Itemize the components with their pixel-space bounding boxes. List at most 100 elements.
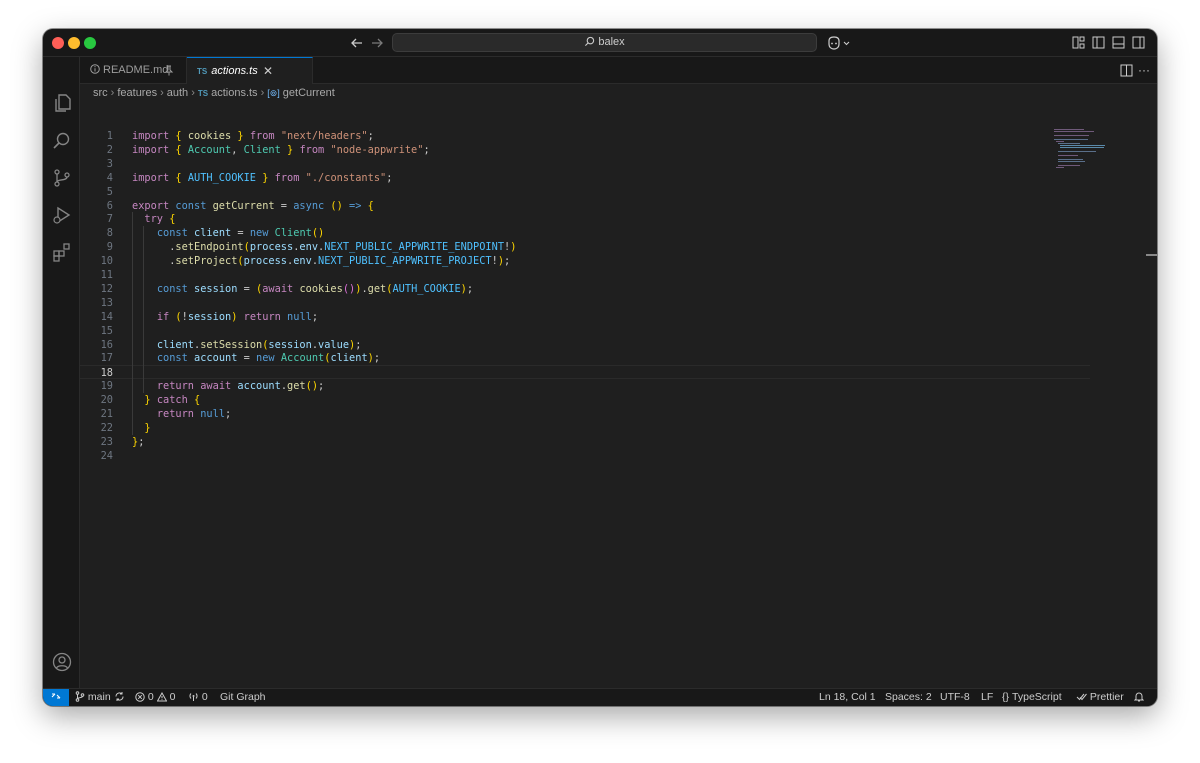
- code-line[interactable]: 23};: [80, 435, 1090, 449]
- language-mode-selector[interactable]: {} TypeScript: [1002, 689, 1062, 706]
- line-number: 9: [106, 241, 113, 254]
- code-text: const session = (await cookies()).get(AU…: [156, 282, 474, 295]
- breadcrumb-item[interactable]: getCurrent: [283, 87, 335, 99]
- code-editor[interactable]: 1 import { cookies } from "next/headers";…: [80, 102, 1157, 688]
- code-text: const client = new Client(): [156, 227, 325, 240]
- code-line[interactable]: 24: [80, 449, 1090, 463]
- search-icon: [585, 36, 595, 47]
- code-line[interactable]: 9 .setEndpoint(process.env.NEXT_PUBLIC_A…: [80, 240, 1090, 254]
- ports-count: 0: [201, 691, 208, 703]
- code-line[interactable]: 13: [80, 296, 1090, 310]
- more-actions-icon[interactable]: ···: [1138, 57, 1150, 84]
- sync-icon[interactable]: [114, 691, 125, 702]
- line-number: 24: [100, 449, 113, 462]
- branch-indicator[interactable]: main: [75, 689, 125, 706]
- code-line[interactable]: 6 export const getCurrent = async () => {: [80, 199, 1090, 213]
- status-bar: main 0 0 0 Git Graph Ln 18, Col 1 Spaces…: [43, 688, 1157, 706]
- breadcrumb-item[interactable]: actions.ts: [211, 87, 257, 99]
- remote-icon: [51, 693, 61, 699]
- code-line[interactable]: 19 return await account.get();: [80, 379, 1090, 393]
- command-center-search[interactable]: balex: [392, 33, 817, 52]
- close-window-button[interactable]: [52, 37, 64, 49]
- line-number: 8: [106, 227, 113, 240]
- line-number: 22: [100, 421, 113, 434]
- code-line[interactable]: 15: [80, 324, 1090, 338]
- line-number: 5: [106, 185, 113, 198]
- minimap[interactable]: [1054, 129, 1114, 169]
- ports-indicator[interactable]: 0: [188, 689, 208, 706]
- code-line[interactable]: 16 client.setSession(session.value);: [80, 338, 1090, 352]
- close-tab-icon[interactable]: ✕: [263, 58, 273, 85]
- code-line[interactable]: 7 try {: [80, 212, 1090, 226]
- minimize-window-button[interactable]: [68, 37, 80, 49]
- indentation-selector[interactable]: Spaces: 2: [885, 689, 932, 706]
- tab-actions-ts[interactable]: TS actions.ts ✕: [187, 57, 313, 84]
- code-line[interactable]: 3: [80, 157, 1090, 171]
- customize-layout-icon[interactable]: [1072, 36, 1085, 49]
- maximize-window-button[interactable]: [84, 37, 96, 49]
- remote-indicator-button[interactable]: [43, 689, 69, 706]
- line-number: 4: [106, 171, 113, 184]
- error-icon: [135, 692, 145, 702]
- encoding-selector[interactable]: UTF-8: [940, 689, 970, 706]
- error-count: 0: [147, 691, 154, 703]
- indent-guide: [143, 226, 145, 394]
- code-line[interactable]: 20 } catch {: [80, 393, 1090, 407]
- line-number: 10: [100, 255, 113, 268]
- copilot-icon[interactable]: [826, 35, 852, 51]
- editor-tab-bar: README.md TS actions.ts ✕ ···: [80, 57, 1157, 84]
- toggle-secondary-sidebar-icon[interactable]: [1132, 36, 1145, 49]
- chevron-right-icon: ›: [260, 87, 265, 99]
- code-line[interactable]: 1 import { cookies } from "next/headers";: [80, 129, 1090, 143]
- line-number: 11: [100, 269, 113, 281]
- code-line[interactable]: 10 .setProject(process.env.NEXT_PUBLIC_A…: [80, 254, 1090, 268]
- code-line[interactable]: 2 import { Account, Client } from "node-a…: [80, 143, 1090, 157]
- breadcrumb-item[interactable]: src: [93, 87, 108, 99]
- line-number: 14: [100, 310, 113, 323]
- cursor-position[interactable]: Ln 18, Col 1: [819, 689, 876, 706]
- split-editor-icon[interactable]: [1120, 64, 1133, 77]
- extensions-icon[interactable]: [51, 241, 73, 263]
- code-line[interactable]: 21 return null;: [80, 407, 1090, 421]
- toggle-panel-icon[interactable]: [1112, 36, 1125, 49]
- toggle-primary-sidebar-icon[interactable]: [1092, 36, 1105, 49]
- tab-readme[interactable]: README.md: [80, 57, 187, 84]
- prettier-status[interactable]: Prettier: [1076, 689, 1124, 706]
- code-line[interactable]: 12 const session = (await cookies()).get…: [80, 282, 1090, 296]
- git-graph-button[interactable]: Git Graph: [220, 689, 266, 706]
- code-line[interactable]: 22 }: [80, 421, 1090, 435]
- code-line[interactable]: 18: [80, 365, 1090, 380]
- eol-selector[interactable]: LF: [981, 689, 993, 706]
- source-control-icon[interactable]: [51, 167, 73, 189]
- pin-icon[interactable]: [164, 65, 174, 76]
- code-text: .setProject(process.env.NEXT_PUBLIC_APPW…: [132, 255, 511, 268]
- code-line[interactable]: 5: [80, 185, 1090, 199]
- problems-indicator[interactable]: 0 0: [135, 689, 175, 706]
- git-branch-icon: [75, 691, 85, 702]
- search-text: balex: [598, 36, 625, 48]
- line-number: 15: [100, 324, 113, 337]
- code-text: import { cookies } from "next/headers";: [132, 130, 374, 142]
- typescript-file-icon: TS: [197, 67, 208, 76]
- code-line[interactable]: 14 if (!session) return null;: [80, 310, 1090, 324]
- run-and-debug-icon[interactable]: [51, 204, 73, 226]
- code-text: return null;: [156, 408, 232, 420]
- explorer-icon[interactable]: [51, 92, 73, 114]
- code-line[interactable]: 4 import { AUTH_COOKIE } from "./constant…: [80, 171, 1090, 185]
- accounts-icon[interactable]: [51, 651, 73, 673]
- chevron-right-icon: ›: [160, 87, 164, 99]
- back-arrow-icon[interactable]: [348, 34, 366, 52]
- code-line[interactable]: 17 const account = new Account(client);: [80, 351, 1090, 365]
- forward-arrow-icon[interactable]: [368, 34, 386, 52]
- code-text: return await account.get();: [156, 380, 325, 393]
- search-view-icon[interactable]: [51, 130, 73, 152]
- notifications-button[interactable]: [1133, 689, 1145, 706]
- breadcrumb-item[interactable]: auth: [167, 87, 188, 99]
- code-line[interactable]: 8 const client = new Client(): [80, 226, 1090, 240]
- code-line[interactable]: 11: [80, 268, 1090, 282]
- prettier-label: Prettier: [1089, 691, 1124, 703]
- line-number: 3: [106, 157, 113, 170]
- breadcrumb-item[interactable]: features: [117, 87, 157, 99]
- title-bar: balex: [43, 29, 1157, 57]
- activity-bar: [43, 57, 80, 706]
